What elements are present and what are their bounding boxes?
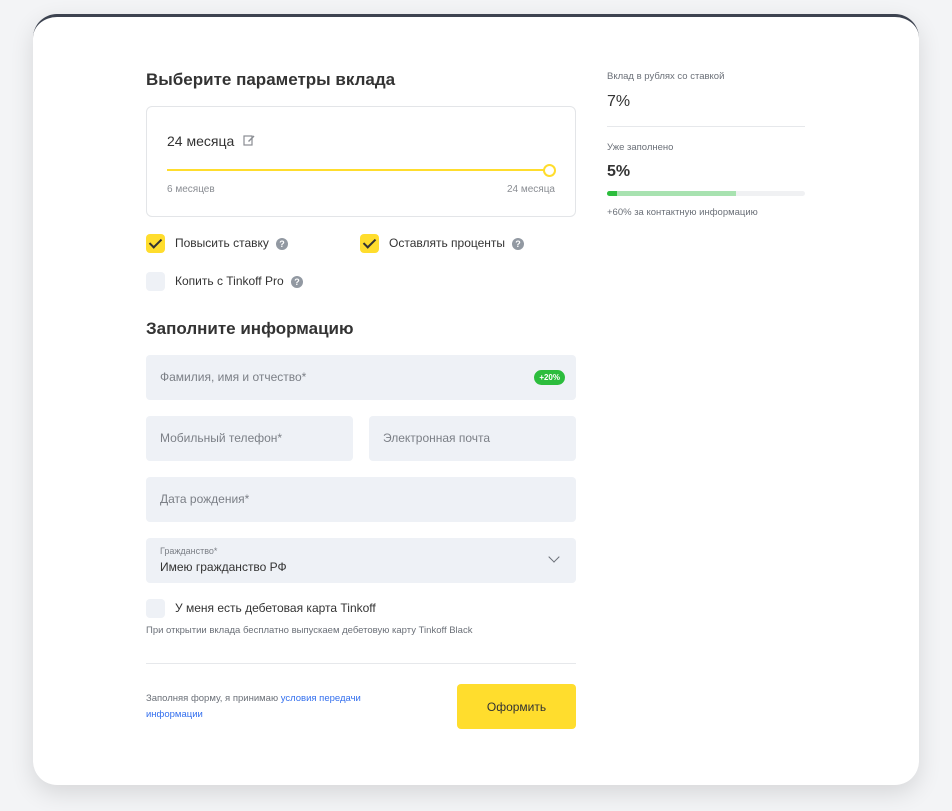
deposit-form-card: Выберите параметры вклада 24 месяца 6 ме… (33, 14, 919, 785)
term-slider-handle[interactable] (543, 164, 556, 177)
potential-progress-fill (607, 191, 736, 196)
phone-placeholder: Мобильный телефон* (160, 431, 283, 445)
term-slider-box: 24 месяца 6 месяцев 24 месяца (146, 106, 576, 217)
fullname-field[interactable]: Фамилия, имя и отчество* +20% (146, 355, 576, 400)
term-slider-track[interactable] (167, 169, 550, 171)
filled-progress-bar (607, 191, 805, 196)
citizenship-value: Имею гражданство РФ (160, 560, 287, 574)
birthdate-placeholder: Дата рождения* (160, 492, 250, 506)
help-icon[interactable]: ? (276, 238, 288, 250)
keep-interest-checkbox[interactable] (360, 234, 379, 253)
term-value: 24 месяца (167, 133, 235, 149)
rate-value: 7% (607, 93, 631, 110)
phone-field[interactable]: Мобильный телефон* (146, 416, 353, 461)
rate-label: Вклад в рублях со ставкой (607, 71, 725, 82)
debit-card-label[interactable]: У меня есть дебетовая карта Tinkoff (175, 601, 376, 615)
citizenship-label: Гражданство* (160, 546, 218, 556)
filled-value: 5% (607, 163, 631, 180)
summary-divider (607, 126, 805, 127)
fullname-placeholder: Фамилия, имя и отчество* (160, 370, 307, 384)
submit-button[interactable]: Оформить (457, 684, 576, 729)
chevron-down-icon[interactable] (548, 551, 560, 563)
help-icon[interactable]: ? (291, 276, 303, 288)
help-icon[interactable]: ? (512, 238, 524, 250)
bonus-badge: +20% (534, 370, 565, 385)
edit-icon[interactable] (243, 134, 255, 146)
save-pro-checkbox[interactable] (146, 272, 165, 291)
divider (146, 663, 576, 664)
info-title: Заполните информацию (146, 319, 354, 338)
term-min-label: 6 месяцев (167, 184, 215, 195)
debit-card-note: При открытии вклада бесплатно выпускаем … (146, 625, 473, 636)
progress-hint: +60% за контактную информацию (607, 207, 758, 218)
raise-rate-checkbox[interactable] (146, 234, 165, 253)
filled-progress-fill (607, 191, 617, 196)
term-max-label: 24 месяца (506, 184, 555, 195)
consent-text: Заполняя форму, я принимаю условия перед… (146, 691, 416, 723)
email-field[interactable]: Электронная почта (369, 416, 576, 461)
citizenship-select[interactable]: Гражданство* Имею гражданство РФ (146, 538, 576, 583)
params-title: Выберите параметры вклада (146, 70, 396, 89)
save-pro-label[interactable]: Копить с Tinkoff Pro (175, 274, 284, 288)
filled-label: Уже заполнено (607, 142, 674, 153)
consent-prefix: Заполняя форму, я принимаю (146, 693, 281, 704)
email-placeholder: Электронная почта (383, 431, 491, 445)
keep-interest-label[interactable]: Оставлять проценты (389, 236, 505, 250)
birthdate-field[interactable]: Дата рождения* (146, 477, 576, 522)
debit-card-checkbox[interactable] (146, 599, 165, 618)
raise-rate-label[interactable]: Повысить ставку (175, 236, 269, 250)
